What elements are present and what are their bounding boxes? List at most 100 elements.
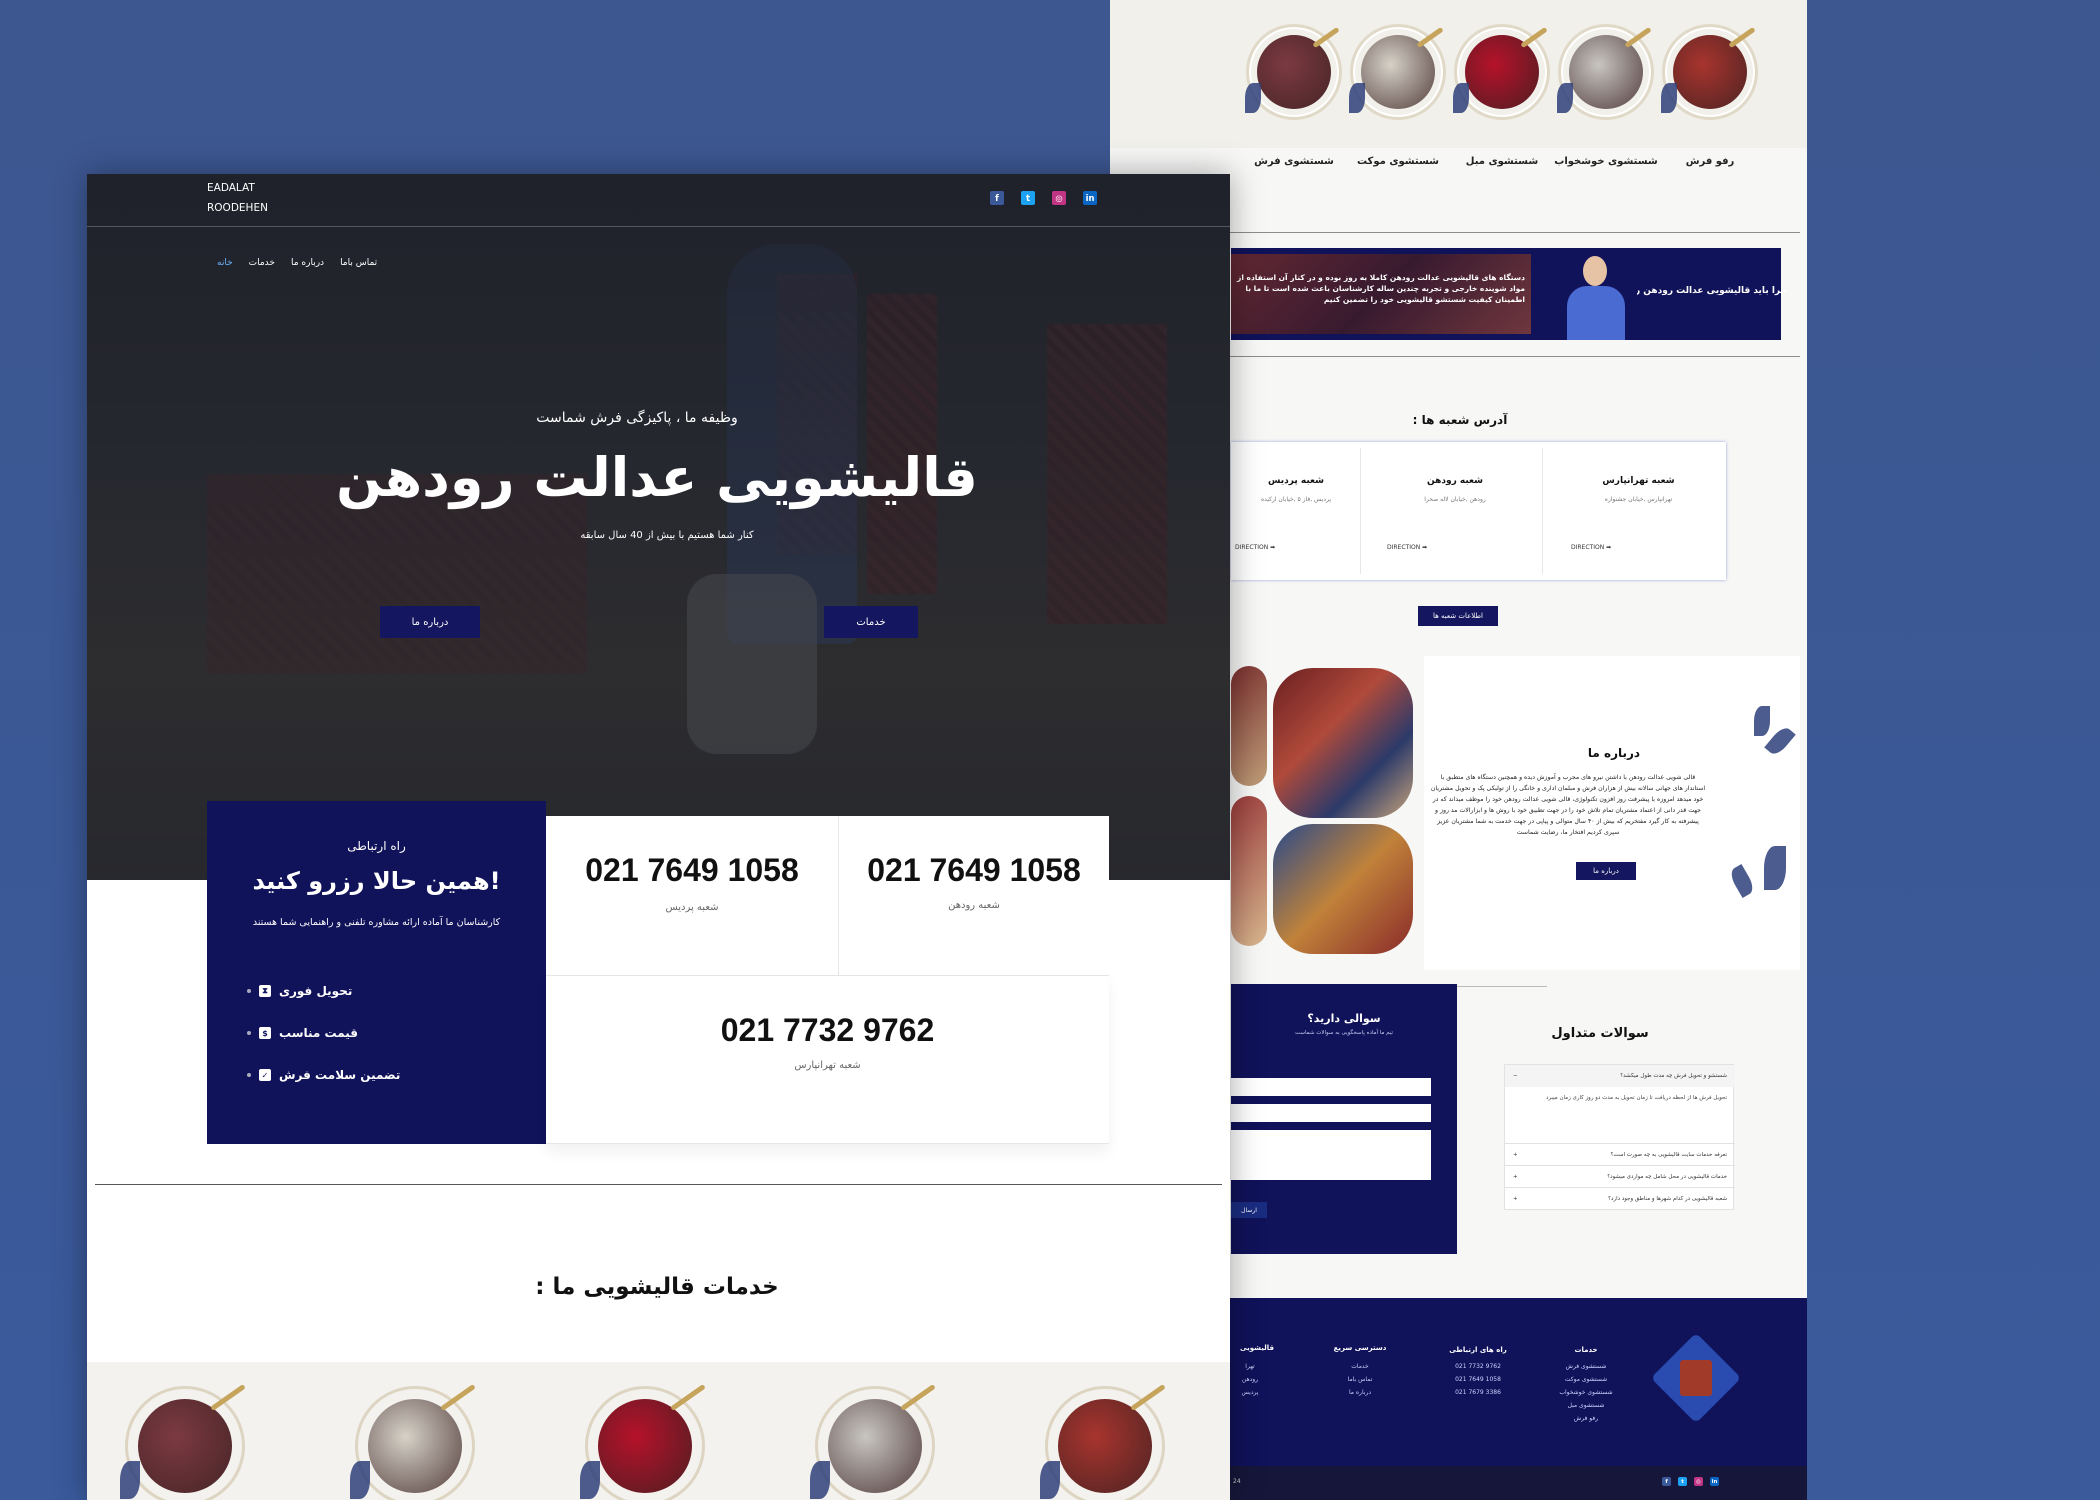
feature-item: $ قیمت مناسب	[247, 1023, 407, 1043]
hero-tagline: وظیفه ما ، پاکیزگی فرش شماست	[536, 410, 738, 426]
about-panel: درباره ما قالی شویی عدالت رودهن با داشتن…	[1424, 656, 1800, 970]
service-image[interactable]	[1349, 24, 1446, 120]
service-label[interactable]: شستشوی مبل	[1442, 156, 1562, 167]
logo-line-1: EADALAT	[207, 182, 255, 194]
feature-label: تحویل فوری	[279, 984, 353, 998]
linkedin-icon[interactable]: in	[1083, 191, 1097, 205]
instagram-icon[interactable]: ◎	[1694, 1477, 1703, 1486]
footer-contact-heading: راه های ارتباطی	[1449, 1346, 1507, 1354]
footer-link[interactable]: شستشوی مبل	[1546, 1399, 1626, 1412]
branch-title: شعبه رودهن	[1427, 476, 1483, 486]
branch-pardis: شعبه پردیس پردیس ,فاز ۵ ,خیابان ارکیده D…	[1231, 448, 1361, 574]
about-title: درباره ما	[1587, 746, 1641, 760]
faq-heading: سوالات متداول	[1551, 1026, 1649, 1041]
name-field[interactable]	[1231, 1078, 1431, 1096]
front-page-preview: EADALAT ROODEHEN f t ◎ in خانه خدمات درباره…	[87, 174, 1230, 1500]
plus-icon: +	[1513, 1173, 1518, 1180]
services-heading: خدمات قالیشویی ما :	[535, 1274, 779, 1300]
footer-quick-heading: دسترسی سریع	[1333, 1344, 1387, 1352]
question-subtitle: تیم ما آماده پاسخگویی به سوالات شماست	[1294, 1030, 1394, 1036]
hero-about-button[interactable]: درباره ما	[380, 606, 480, 638]
footer-services-heading: خدمات	[1574, 1346, 1598, 1354]
linkedin-icon[interactable]: in	[1710, 1477, 1719, 1486]
footer-link[interactable]: رودهن	[1230, 1373, 1270, 1386]
footer-link[interactable]: تماس باما	[1310, 1373, 1410, 1386]
facebook-icon[interactable]: f	[1662, 1477, 1671, 1486]
service-label[interactable]: شستشوی موکت	[1338, 156, 1458, 167]
footer-link[interactable]: رفو فرش	[1546, 1412, 1626, 1425]
footer-link[interactable]: 021 7679 3386	[1428, 1386, 1528, 1399]
send-button[interactable]: ارسال	[1231, 1202, 1267, 1218]
service-label[interactable]: شستشوی خوشخواب	[1546, 156, 1666, 167]
service-label[interactable]: شستشوی فرش	[1234, 156, 1354, 167]
service-image[interactable]	[810, 1383, 936, 1500]
phone-number[interactable]: 021 7649 1058	[546, 852, 838, 889]
phone-card-pardis[interactable]: 021 7649 1058 شعبه پردیس	[546, 816, 839, 976]
bullet-icon	[247, 1073, 251, 1077]
service-image[interactable]	[580, 1383, 706, 1500]
why-text: دستگاه های قالیشویی عدالت رودهن کاملا به…	[1237, 273, 1525, 304]
branch-title: شعبه پردیس	[1268, 476, 1324, 486]
footer-branches-heading: قالیشویی	[1240, 1344, 1274, 1352]
direction-link[interactable]: DIRECTION ➡	[1235, 544, 1275, 551]
branch-label: شعبه پردیس	[665, 902, 719, 913]
footer-link[interactable]: درباره ما	[1310, 1386, 1410, 1399]
logo-line-2: ROODEHEN	[207, 202, 268, 214]
footer-link[interactable]: 021 7649 1058	[1428, 1373, 1528, 1386]
phone-field[interactable]	[1231, 1104, 1431, 1122]
footer-link[interactable]: تهرا	[1230, 1360, 1270, 1373]
message-field[interactable]	[1231, 1130, 1431, 1180]
footer-logo	[1650, 1332, 1742, 1424]
service-image[interactable]	[120, 1383, 246, 1500]
footer-link[interactable]: 021 7732 9762	[1428, 1360, 1528, 1373]
check-circle-icon: ✓	[259, 1069, 271, 1081]
booking-kicker: راه ارتباطی	[347, 839, 406, 853]
hero-services-button[interactable]: خدمات	[824, 606, 918, 638]
direction-link[interactable]: DIRECTION ➡	[1387, 544, 1427, 551]
service-image[interactable]	[1245, 24, 1342, 120]
twitter-icon[interactable]: t	[1678, 1477, 1687, 1486]
faq-question-open[interactable]: − شستشو و تحویل فرش چه مدت طول میکشد؟	[1505, 1065, 1735, 1087]
faq-question-text: شعبه قالیشویی در کدام شهرها و مناطق وجود…	[1608, 1195, 1727, 1202]
twitter-icon[interactable]: t	[1021, 191, 1035, 205]
phone-card-roudehen[interactable]: 021 7649 1058 شعبه رودهن	[839, 816, 1109, 976]
branch-address: پردیس ,فاز ۵ ,خیابان ارکیده	[1260, 496, 1332, 503]
bullet-icon	[247, 1031, 251, 1035]
nav-about[interactable]: درباره ما	[291, 258, 324, 268]
footer-link[interactable]: شستشوی موکت	[1546, 1373, 1626, 1386]
nav-services[interactable]: خدمات	[249, 258, 275, 268]
service-image[interactable]	[1557, 24, 1654, 120]
faq-question[interactable]: + خدمات قالیشویی در محل شامل چه مواردی می…	[1505, 1165, 1735, 1187]
footer-link[interactable]: خدمات	[1310, 1360, 1410, 1373]
phone-number[interactable]: 021 7732 9762	[546, 1012, 1109, 1049]
about-text: قالی شویی عدالت رودهن با داشتن نیرو های …	[1430, 774, 1706, 836]
branch-roudehen: شعبه رودهن رودهن ,خیابان لاله صحرا DIREC…	[1367, 448, 1543, 574]
question-form: سوالی دارید؟ تیم ما آماده پاسخگویی به سو…	[1231, 984, 1457, 1254]
branch-title: شعبه تهرانپارس	[1602, 476, 1675, 486]
phone-card-tehranpars[interactable]: 021 7732 9762 شعبه تهرانپارس	[546, 976, 1109, 1144]
service-image[interactable]	[1661, 24, 1758, 120]
question-title: سوالی دارید؟	[1307, 1012, 1381, 1025]
service-image[interactable]	[350, 1383, 476, 1500]
footer-link[interactable]: شستشوی فرش	[1546, 1360, 1626, 1373]
logo-text[interactable]: EADALAT ROODEHEN	[207, 178, 268, 218]
instagram-icon[interactable]: ◎	[1052, 191, 1066, 205]
footer-link[interactable]: شستشوی خوشخواب	[1546, 1386, 1626, 1399]
service-label[interactable]: رفو فرش	[1650, 156, 1770, 167]
direction-link[interactable]: DIRECTION ➡	[1571, 544, 1611, 551]
about-button[interactable]: درباره ما	[1576, 862, 1636, 880]
service-image[interactable]	[1040, 1383, 1166, 1500]
faq-question-text: تعرفه خدمات سایت قالیشویی به چه صورت است…	[1610, 1151, 1727, 1158]
phone-number[interactable]: 021 7649 1058	[839, 852, 1109, 889]
faq-question[interactable]: + تعرفه خدمات سایت قالیشویی به چه صورت اس…	[1505, 1143, 1735, 1165]
faq-question[interactable]: + شعبه قالیشویی در کدام شهرها و مناطق وجو…	[1505, 1187, 1735, 1209]
nav-home[interactable]: خانه	[217, 258, 233, 268]
top-bar: EADALAT ROODEHEN f t ◎ in	[87, 174, 1230, 227]
facebook-icon[interactable]: f	[990, 191, 1004, 205]
copyright-year: 24	[1233, 1478, 1241, 1485]
branches-card: شعبه پردیس پردیس ,فاز ۵ ,خیابان ارکیده D…	[1231, 442, 1726, 580]
service-image[interactable]	[1453, 24, 1550, 120]
footer-link[interactable]: پردیس	[1230, 1386, 1270, 1399]
branches-info-button[interactable]: اطلاعات شعبه ها	[1418, 606, 1498, 626]
nav-contact[interactable]: تماس باما	[340, 258, 377, 268]
